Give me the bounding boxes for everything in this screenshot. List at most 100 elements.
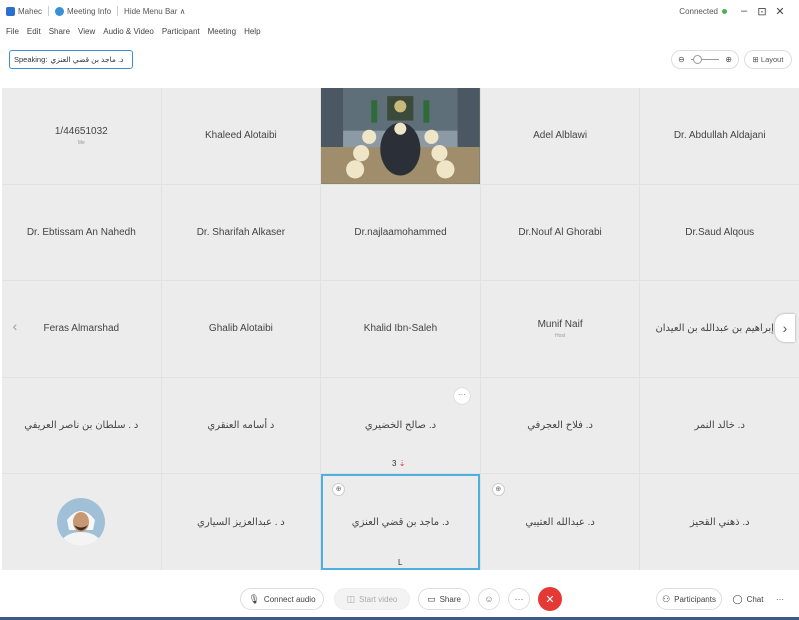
zoom-slider[interactable] [691, 55, 719, 64]
menu-meeting[interactable]: Meeting [208, 27, 236, 36]
participant-name: Dr. Ebtissam An Nahedh [26, 226, 136, 238]
next-page-arrow-icon[interactable]: › [775, 314, 795, 342]
layout-button[interactable]: ⊞ Layout [744, 50, 792, 69]
participant-name: د. ذهني القحيز [689, 516, 750, 528]
zoom-in-icon[interactable]: ⊕ [725, 55, 732, 64]
participant-tile[interactable]: د. خالد النمر [640, 377, 799, 474]
connected-indicator-icon [722, 8, 727, 14]
more-button[interactable]: ··· [508, 588, 530, 610]
menu-participant[interactable]: Participant [162, 27, 200, 36]
participant-name: د. خالد النمر [694, 420, 745, 432]
connect-audio-button[interactable]: 🎙 Connect audio [240, 588, 324, 610]
participant-name: د. إبراهيم بن عبدالله بن العيدان [655, 323, 784, 335]
participant-tile[interactable]: 1/44651032 Me [2, 88, 161, 184]
participant-name: د . عبدالعزيز السياري [197, 516, 285, 528]
speaking-name: د. ماجد بن قضي العنزي [50, 55, 124, 64]
minimize-button[interactable]: – [735, 5, 753, 17]
participant-name: د أسامه العنقري [207, 420, 275, 432]
menu-view[interactable]: View [78, 27, 95, 36]
close-icon: ✕ [545, 593, 555, 606]
participant-tile[interactable]: Dr. Sharifah Alkaser [161, 184, 321, 281]
participant-avatar [57, 498, 106, 547]
participant-name: Dr.Saud Alqous [685, 226, 755, 238]
close-button[interactable]: ✕ [771, 5, 789, 18]
person-icon: ⚇ [662, 593, 671, 604]
menu-share[interactable]: Share [49, 27, 70, 36]
meeting-toolbar: 🎙 Connect audio ◫ Start video ▭ Share ☺ … [0, 582, 799, 616]
participant-name: Dr.Nouf Al Ghorabi [518, 226, 602, 238]
participant-role: Host [554, 332, 566, 339]
avatar-image [57, 498, 106, 547]
participant-tile[interactable]: د أسامه العنقري [161, 377, 321, 474]
chat-label: Chat [746, 594, 764, 604]
app-name: Mahec [18, 6, 43, 16]
participant-video-tile[interactable] [321, 88, 480, 184]
connect-audio-label: Connect audio [263, 594, 316, 604]
previous-page-arrow-icon[interactable]: ‹ [5, 312, 25, 340]
participant-tile[interactable]: Dr.Saud Alqous [640, 184, 799, 281]
zoom-out-icon[interactable]: ⊖ [678, 55, 685, 64]
participant-name: Munif Naif [537, 318, 583, 330]
participant-tile[interactable]: ⊕ د. عبدالله العتيبي [480, 474, 640, 570]
title-separator [48, 6, 50, 16]
hide-menu-bar-button[interactable]: Hide Menu Bar ∧ [124, 7, 185, 16]
toolbar-more-button[interactable]: ··· [770, 588, 790, 610]
meeting-info-button[interactable]: Meeting Info [55, 6, 112, 16]
app-title[interactable]: Mahec [6, 6, 43, 16]
active-speaker-tile[interactable]: ⊕ د. ماجد بن قضي العنزي [321, 474, 480, 570]
participant-tile[interactable]: Dr. Ebtissam An Nahedh [2, 184, 161, 281]
participant-tile[interactable]: د . سلطان بن ناصر العريفي [2, 377, 161, 474]
participant-tile[interactable]: Feras Almarshad [2, 281, 161, 377]
menu-help[interactable]: Help [244, 27, 260, 36]
participant-tile[interactable]: Adel Alblawi [480, 88, 640, 184]
zoom-control: ⊖ ⊕ [671, 50, 739, 69]
participant-name: Feras Almarshad [43, 323, 120, 335]
participant-name: د. ماجد بن قضي العنزي [351, 516, 450, 528]
mic-icon: ⊕ [491, 483, 505, 497]
active-speaker-indicator: Speaking: د. ماجد بن قضي العنزي [9, 50, 133, 69]
floating-count-label: 3 ⇣ [392, 459, 405, 468]
participant-tile[interactable]: د . عبدالعزيز السياري [161, 474, 321, 570]
share-icon: ▭ [427, 593, 436, 604]
start-video-label: Start video [359, 594, 398, 604]
participant-tile[interactable]: Dr.Nouf Al Ghorabi [480, 184, 640, 281]
title-separator [117, 6, 119, 16]
share-label: Share [439, 594, 461, 604]
mic-icon: ⊕ [332, 483, 346, 497]
participants-label: Participants [674, 594, 716, 604]
participant-tile[interactable]: Dr.najlaamohammed [321, 184, 480, 281]
participant-tile[interactable]: Khalid Ibn-Saleh [321, 281, 480, 377]
participants-button[interactable]: ⚇ Participants [656, 588, 722, 610]
menu-edit[interactable]: Edit [27, 27, 41, 36]
zoom-slider-knob[interactable] [693, 55, 702, 64]
share-button[interactable]: ▭ Share [418, 588, 470, 610]
participant-tile[interactable] [2, 474, 161, 570]
participant-role: Me [77, 139, 85, 146]
info-icon [55, 6, 65, 16]
chat-button[interactable]: ◯ Chat [728, 588, 768, 610]
more-options-icon[interactable]: ··· [453, 387, 470, 404]
maximize-button[interactable]: ⊡ [753, 5, 771, 18]
participant-tile[interactable]: Dr. Abdullah Aldajani [640, 88, 799, 184]
smile-icon: ☺ [484, 594, 494, 604]
meeting-info-label: Meeting Info [67, 6, 112, 16]
participant-name: Dr. Abdullah Aldajani [673, 130, 766, 142]
chat-icon: ◯ [732, 593, 743, 604]
participant-name: د. عبدالله العتيبي [525, 516, 595, 528]
participant-grid: 1/44651032 Me Khaleed Alotaibi Adel Albl… [2, 88, 799, 570]
participant-tile[interactable]: Ghalib Alotaibi [161, 281, 321, 377]
participant-name: Adel Alblawi [533, 130, 588, 142]
menu-file[interactable]: File [6, 27, 19, 36]
menu-audio-video[interactable]: Audio & Video [103, 27, 154, 36]
participant-name: د. فلاح العجرفي [527, 420, 593, 432]
participant-name: Khalid Ibn-Saleh [363, 323, 438, 335]
participant-tile[interactable]: د. ذهني القحيز [640, 474, 799, 570]
participant-tile[interactable]: د. فلاح العجرفي [480, 377, 640, 474]
leave-meeting-button[interactable]: ✕ [538, 587, 562, 611]
participant-tile[interactable]: Khaleed Alotaibi [161, 88, 321, 184]
participant-tile[interactable]: Munif Naif Host [480, 281, 640, 377]
reactions-button[interactable]: ☺ [478, 588, 500, 610]
start-video-button[interactable]: ◫ Start video [334, 588, 410, 610]
microphone-icon: 🎙 [248, 593, 260, 604]
meeting-room-video [321, 88, 480, 184]
